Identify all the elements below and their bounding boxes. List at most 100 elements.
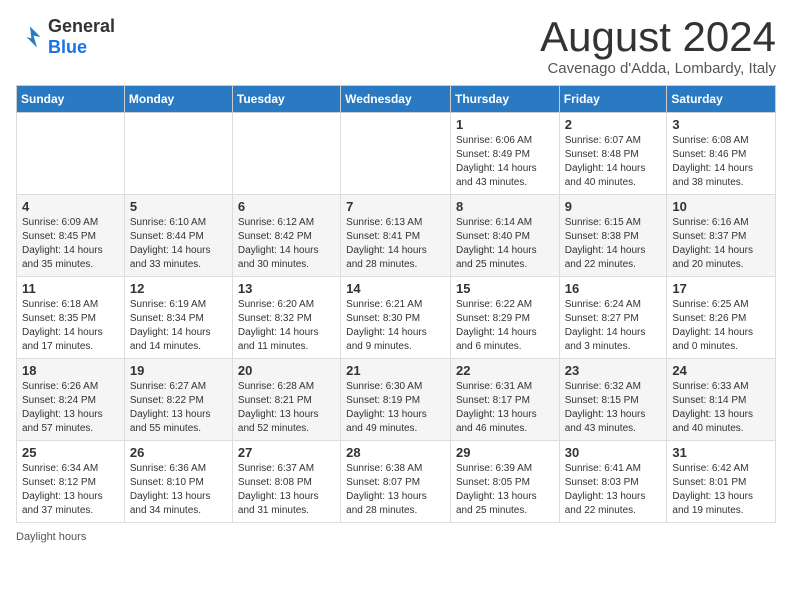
calendar-cell: 17 Sunrise: 6:25 AM Sunset: 8:26 PM Dayli…: [667, 277, 776, 359]
day-number: 17: [672, 281, 770, 296]
cell-daylight-info: Sunrise: 6:27 AM Sunset: 8:22 PM Dayligh…: [130, 380, 227, 436]
day-number: 13: [238, 281, 335, 296]
cell-daylight-info: Sunrise: 6:07 AM Sunset: 8:48 PM Dayligh…: [565, 134, 662, 190]
calendar-week-row: 25 Sunrise: 6:34 AM Sunset: 8:12 PM Dayli…: [17, 441, 776, 523]
calendar-cell: 14Sunrise: 6:21 AM Sunset: 8:30 PM Dayli…: [341, 277, 451, 359]
logo-general: General: [48, 16, 115, 36]
cell-daylight-info: Sunrise: 6:13 AM Sunset: 8:41 PM Dayligh…: [346, 216, 445, 272]
cell-daylight-info: Sunrise: 6:37 AM Sunset: 8:08 PM Dayligh…: [238, 462, 335, 518]
day-number: 25: [22, 445, 119, 460]
calendar-week-row: 18Sunrise: 6:26 AM Sunset: 8:24 PM Dayli…: [17, 359, 776, 441]
calendar-header-row: SundayMondayTuesdayWednesdayThursdayFrid…: [17, 86, 776, 113]
day-number: 26: [130, 445, 227, 460]
weekday-header: Thursday: [450, 86, 559, 113]
day-number: 3: [672, 117, 770, 132]
day-number: 14: [346, 281, 445, 296]
cell-daylight-info: Sunrise: 6:32 AM Sunset: 8:15 PM Dayligh…: [565, 380, 662, 436]
page-header: General Blue August 2024 Cavenago d'Adda…: [16, 16, 776, 77]
day-number: 4: [22, 199, 119, 214]
weekday-header: Tuesday: [232, 86, 340, 113]
cell-daylight-info: Sunrise: 6:06 AM Sunset: 8:49 PM Dayligh…: [456, 134, 554, 190]
calendar-cell: 29Sunrise: 6:39 AM Sunset: 8:05 PM Dayli…: [450, 441, 559, 523]
calendar-cell: [341, 113, 451, 195]
cell-daylight-info: Sunrise: 6:31 AM Sunset: 8:17 PM Dayligh…: [456, 380, 554, 436]
day-number: 6: [238, 199, 335, 214]
calendar-cell: 5 Sunrise: 6:10 AM Sunset: 8:44 PM Daylig…: [124, 195, 232, 277]
calendar-week-row: 4 Sunrise: 6:09 AM Sunset: 8:45 PM Daylig…: [17, 195, 776, 277]
day-number: 28: [346, 445, 445, 460]
calendar-cell: 26 Sunrise: 6:36 AM Sunset: 8:10 PM Dayli…: [124, 441, 232, 523]
logo-bird-icon: [16, 23, 44, 51]
cell-daylight-info: Sunrise: 6:42 AM Sunset: 8:01 PM Dayligh…: [672, 462, 770, 518]
day-number: 11: [22, 281, 119, 296]
calendar-cell: 18Sunrise: 6:26 AM Sunset: 8:24 PM Dayli…: [17, 359, 125, 441]
cell-daylight-info: Sunrise: 6:30 AM Sunset: 8:19 PM Dayligh…: [346, 380, 445, 436]
calendar-cell: [124, 113, 232, 195]
calendar-week-row: 1 Sunrise: 6:06 AM Sunset: 8:49 PM Daylig…: [17, 113, 776, 195]
calendar-cell: 20 Sunrise: 6:28 AM Sunset: 8:21 PM Dayli…: [232, 359, 340, 441]
calendar-cell: 28 Sunrise: 6:38 AM Sunset: 8:07 PM Dayli…: [341, 441, 451, 523]
cell-daylight-info: Sunrise: 6:12 AM Sunset: 8:42 PM Dayligh…: [238, 216, 335, 272]
cell-daylight-info: Sunrise: 6:24 AM Sunset: 8:27 PM Dayligh…: [565, 298, 662, 354]
calendar-cell: 24Sunrise: 6:33 AM Sunset: 8:14 PM Dayli…: [667, 359, 776, 441]
day-number: 1: [456, 117, 554, 132]
calendar-week-row: 11 Sunrise: 6:18 AM Sunset: 8:35 PM Dayli…: [17, 277, 776, 359]
day-number: 18: [22, 363, 119, 378]
cell-daylight-info: Sunrise: 6:36 AM Sunset: 8:10 PM Dayligh…: [130, 462, 227, 518]
calendar-cell: 7 Sunrise: 6:13 AM Sunset: 8:41 PM Daylig…: [341, 195, 451, 277]
cell-daylight-info: Sunrise: 6:19 AM Sunset: 8:34 PM Dayligh…: [130, 298, 227, 354]
day-number: 8: [456, 199, 554, 214]
day-number: 23: [565, 363, 662, 378]
logo-text: General Blue: [48, 16, 115, 58]
weekday-header: Saturday: [667, 86, 776, 113]
calendar-cell: 27Sunrise: 6:37 AM Sunset: 8:08 PM Dayli…: [232, 441, 340, 523]
day-number: 7: [346, 199, 445, 214]
cell-daylight-info: Sunrise: 6:16 AM Sunset: 8:37 PM Dayligh…: [672, 216, 770, 272]
cell-daylight-info: Sunrise: 6:34 AM Sunset: 8:12 PM Dayligh…: [22, 462, 119, 518]
day-number: 31: [672, 445, 770, 460]
cell-daylight-info: Sunrise: 6:20 AM Sunset: 8:32 PM Dayligh…: [238, 298, 335, 354]
day-number: 21: [346, 363, 445, 378]
cell-daylight-info: Sunrise: 6:25 AM Sunset: 8:26 PM Dayligh…: [672, 298, 770, 354]
calendar-cell: 1 Sunrise: 6:06 AM Sunset: 8:49 PM Daylig…: [450, 113, 559, 195]
calendar-cell: 3 Sunrise: 6:08 AM Sunset: 8:46 PM Daylig…: [667, 113, 776, 195]
title-block: August 2024 Cavenago d'Adda, Lombardy, I…: [540, 16, 776, 77]
weekday-header: Friday: [559, 86, 667, 113]
day-number: 2: [565, 117, 662, 132]
cell-daylight-info: Sunrise: 6:08 AM Sunset: 8:46 PM Dayligh…: [672, 134, 770, 190]
footer-text: Daylight hours: [16, 531, 86, 543]
cell-daylight-info: Sunrise: 6:33 AM Sunset: 8:14 PM Dayligh…: [672, 380, 770, 436]
day-number: 16: [565, 281, 662, 296]
weekday-header: Monday: [124, 86, 232, 113]
calendar-cell: 23 Sunrise: 6:32 AM Sunset: 8:15 PM Dayli…: [559, 359, 667, 441]
cell-daylight-info: Sunrise: 6:18 AM Sunset: 8:35 PM Dayligh…: [22, 298, 119, 354]
calendar-cell: 4 Sunrise: 6:09 AM Sunset: 8:45 PM Daylig…: [17, 195, 125, 277]
day-number: 5: [130, 199, 227, 214]
cell-daylight-info: Sunrise: 6:38 AM Sunset: 8:07 PM Dayligh…: [346, 462, 445, 518]
cell-daylight-info: Sunrise: 6:14 AM Sunset: 8:40 PM Dayligh…: [456, 216, 554, 272]
cell-daylight-info: Sunrise: 6:10 AM Sunset: 8:44 PM Dayligh…: [130, 216, 227, 272]
calendar-cell: [232, 113, 340, 195]
location-title: Cavenago d'Adda, Lombardy, Italy: [540, 60, 776, 77]
calendar-cell: 15 Sunrise: 6:22 AM Sunset: 8:29 PM Dayli…: [450, 277, 559, 359]
calendar-cell: 2 Sunrise: 6:07 AM Sunset: 8:48 PM Daylig…: [559, 113, 667, 195]
day-number: 12: [130, 281, 227, 296]
calendar-cell: 12 Sunrise: 6:19 AM Sunset: 8:34 PM Dayli…: [124, 277, 232, 359]
day-number: 29: [456, 445, 554, 460]
footer-daylight: Daylight hours: [16, 531, 776, 543]
calendar-cell: 6 Sunrise: 6:12 AM Sunset: 8:42 PM Daylig…: [232, 195, 340, 277]
calendar-cell: 30Sunrise: 6:41 AM Sunset: 8:03 PM Dayli…: [559, 441, 667, 523]
day-number: 20: [238, 363, 335, 378]
calendar-cell: 8 Sunrise: 6:14 AM Sunset: 8:40 PM Daylig…: [450, 195, 559, 277]
cell-daylight-info: Sunrise: 6:28 AM Sunset: 8:21 PM Dayligh…: [238, 380, 335, 436]
calendar-cell: 16 Sunrise: 6:24 AM Sunset: 8:27 PM Dayli…: [559, 277, 667, 359]
day-number: 10: [672, 199, 770, 214]
cell-daylight-info: Sunrise: 6:09 AM Sunset: 8:45 PM Dayligh…: [22, 216, 119, 272]
day-number: 15: [456, 281, 554, 296]
calendar-cell: [17, 113, 125, 195]
calendar-cell: 10 Sunrise: 6:16 AM Sunset: 8:37 PM Dayli…: [667, 195, 776, 277]
weekday-header: Sunday: [17, 86, 125, 113]
cell-daylight-info: Sunrise: 6:22 AM Sunset: 8:29 PM Dayligh…: [456, 298, 554, 354]
day-number: 19: [130, 363, 227, 378]
day-number: 30: [565, 445, 662, 460]
